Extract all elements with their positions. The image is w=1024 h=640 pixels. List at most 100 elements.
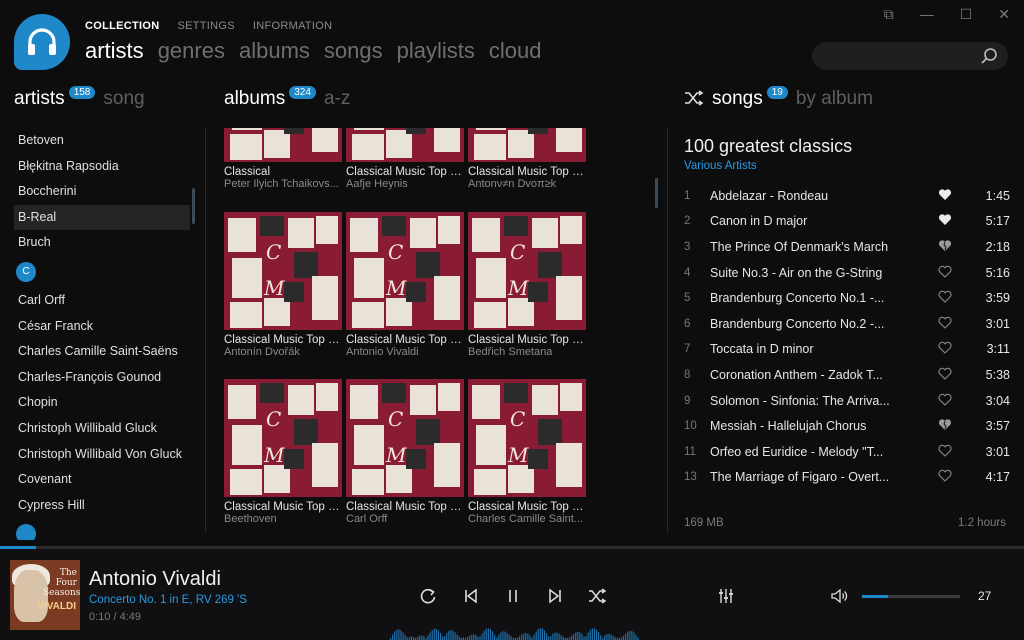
- artist-item[interactable]: Boccherini: [14, 179, 190, 205]
- artist-item[interactable]: Covenant: [14, 467, 190, 493]
- album-tile[interactable]: C M Classical Music Top 1... Bedřich Smetan…: [468, 212, 586, 358]
- minimize-icon[interactable]: —: [920, 6, 934, 23]
- song-row[interactable]: 11 Orfeo ed Euridice - Melody "T... 3:01: [684, 439, 1010, 465]
- pause-button[interactable]: [504, 587, 522, 605]
- tab-albums[interactable]: albums: [224, 88, 285, 110]
- album-tile[interactable]: CM Classical Music Top 1...Aafje Heynis: [346, 128, 464, 190]
- nav-tab-artists[interactable]: artists: [85, 38, 144, 64]
- heart-button[interactable]: [930, 290, 960, 306]
- volume-slider[interactable]: [862, 595, 960, 598]
- wave-bar: [452, 630, 454, 640]
- album-tile[interactable]: C M Classical Music Top 1... Carl Orff: [346, 379, 464, 525]
- tab-songs[interactable]: songs: [712, 88, 763, 110]
- song-row[interactable]: 13 The Marriage of Figaro - Overt... 4:17: [684, 465, 1010, 491]
- albums-scrollbar[interactable]: [655, 178, 658, 208]
- album-tile[interactable]: C M Classical Music Top 1... Antonio Vivald…: [346, 212, 464, 358]
- nav-tab-genres[interactable]: genres: [158, 38, 225, 64]
- album-artist[interactable]: Various Artists: [684, 160, 757, 172]
- wave-bar: [575, 632, 577, 640]
- wave-bar: [548, 636, 550, 640]
- search-input[interactable]: [812, 42, 1008, 70]
- artist-item[interactable]: Christoph Willibald Gluck: [14, 416, 190, 442]
- heart-button[interactable]: [930, 316, 960, 332]
- nav-tab-playlists[interactable]: playlists: [397, 38, 475, 64]
- nav-tab-cloud[interactable]: cloud: [489, 38, 542, 64]
- song-row[interactable]: 4 Suite No.3 - Air on the G-String 5:16: [684, 260, 1010, 286]
- cover-portrait-tile: [504, 216, 528, 236]
- heart-button[interactable]: [930, 341, 960, 357]
- shuffle-button[interactable]: [588, 587, 607, 605]
- volume-button[interactable]: [830, 587, 848, 605]
- artists-scrollbar[interactable]: [192, 188, 195, 224]
- song-row[interactable]: 5 Brandenburg Concerto No.1 -... 3:59: [684, 285, 1010, 311]
- next-button[interactable]: [546, 587, 564, 605]
- close-icon[interactable]: ✕: [998, 6, 1010, 23]
- song-row[interactable]: 10 Messiah - Hallelujah Chorus 3:57: [684, 413, 1010, 439]
- top-menu-collection[interactable]: COLLECTION: [85, 20, 160, 32]
- wave-bar: [581, 633, 583, 640]
- wave-bar: [558, 633, 560, 640]
- artist-item[interactable]: Cypress Hill: [14, 493, 190, 519]
- heart-button[interactable]: [930, 239, 960, 255]
- wave-bar: [469, 635, 471, 640]
- top-menu-settings[interactable]: SETTINGS: [178, 20, 235, 32]
- album-tile[interactable]: CM Classical Music Top 1...Antonν≠n Dvoπ≥…: [468, 128, 586, 190]
- headphones-icon: [28, 28, 56, 55]
- heart-button[interactable]: [930, 418, 960, 434]
- album-artist: Charles Camille Saint...: [468, 513, 583, 525]
- album-tile[interactable]: C M Classical Music Top 1... Antonín Dvořák: [224, 212, 342, 358]
- cover-portrait-tile: [472, 218, 500, 252]
- song-row[interactable]: 9 Solomon - Sinfonia: The Arriva... 3:04: [684, 388, 1010, 414]
- album-cover: CM: [224, 212, 342, 330]
- shuffle-icon[interactable]: [684, 90, 704, 106]
- maximize-icon[interactable]: ☐: [960, 6, 973, 23]
- artist-item[interactable]: Błękitna Rapsodia: [14, 154, 190, 180]
- wave-bar: [537, 629, 539, 640]
- artist-item[interactable]: César Franck: [14, 314, 190, 340]
- song-row[interactable]: 7 Toccata in D minor 3:11: [684, 337, 1010, 363]
- song-row[interactable]: 1 Abdelazar - Rondeau 1:45: [684, 183, 1010, 209]
- letter-group-header[interactable]: C: [14, 256, 190, 288]
- artist-item[interactable]: Chopin: [14, 390, 190, 416]
- cover-portrait-tile: [382, 383, 406, 403]
- nav-tab-albums[interactable]: albums: [239, 38, 310, 64]
- wave-bar: [625, 633, 627, 640]
- heart-button[interactable]: [930, 444, 960, 460]
- repeat-button[interactable]: [419, 587, 437, 605]
- heart-icon: [938, 367, 952, 380]
- artist-item[interactable]: Charles-François Gounod: [14, 365, 190, 391]
- song-row[interactable]: 2 Canon in D major 5:17: [684, 209, 1010, 235]
- nav-tab-songs[interactable]: songs: [324, 38, 383, 64]
- previous-button[interactable]: [462, 587, 480, 605]
- wave-bar: [458, 636, 460, 640]
- restore-icon[interactable]: ⧉: [884, 6, 894, 23]
- artist-item[interactable]: Christoph Willibald Von Gluck: [14, 442, 190, 468]
- artist-item[interactable]: Charles Camille Saint-Saëns: [14, 339, 190, 365]
- cover-portrait-tile: [352, 469, 384, 495]
- heart-button[interactable]: [930, 367, 960, 383]
- top-menu-information[interactable]: INFORMATION: [253, 20, 332, 32]
- letter-group-header[interactable]: [14, 518, 190, 540]
- artist-item[interactable]: B-Real: [14, 204, 190, 231]
- album-tile[interactable]: CM ClassicalPeter Ilyich Tchaikovs...: [224, 128, 342, 190]
- album-tile[interactable]: C M Classical Music Top 1... Beethoven: [224, 379, 342, 525]
- song-row[interactable]: 6 Brandenburg Concerto No.2 -... 3:01: [684, 311, 1010, 337]
- heart-button[interactable]: [930, 265, 960, 281]
- artist-item[interactable]: Bruch: [14, 230, 190, 256]
- heart-button[interactable]: [930, 469, 960, 485]
- heart-button[interactable]: [930, 188, 960, 204]
- tab-a-z[interactable]: a-z: [324, 88, 350, 110]
- heart-button[interactable]: [930, 393, 960, 409]
- heart-button[interactable]: [930, 213, 960, 229]
- tab-by-album[interactable]: by album: [796, 88, 873, 110]
- song-row[interactable]: 8 Coronation Anthem - Zadok T... 5:38: [684, 362, 1010, 388]
- song-row[interactable]: 3 The Prince Of Denmark's March 2:18: [684, 234, 1010, 260]
- equalizer-button[interactable]: [717, 587, 735, 605]
- tab-song[interactable]: song: [103, 88, 144, 110]
- artist-item[interactable]: Betoven: [14, 128, 190, 154]
- tab-artists[interactable]: artists: [14, 88, 65, 110]
- search-icon[interactable]: [980, 47, 998, 65]
- now-playing-track[interactable]: Concerto No. 1 in E, RV 269 'S: [89, 594, 247, 606]
- album-tile[interactable]: C M Classical Music Top 1... Charles Camill…: [468, 379, 586, 525]
- artist-item[interactable]: Carl Orff: [14, 288, 190, 314]
